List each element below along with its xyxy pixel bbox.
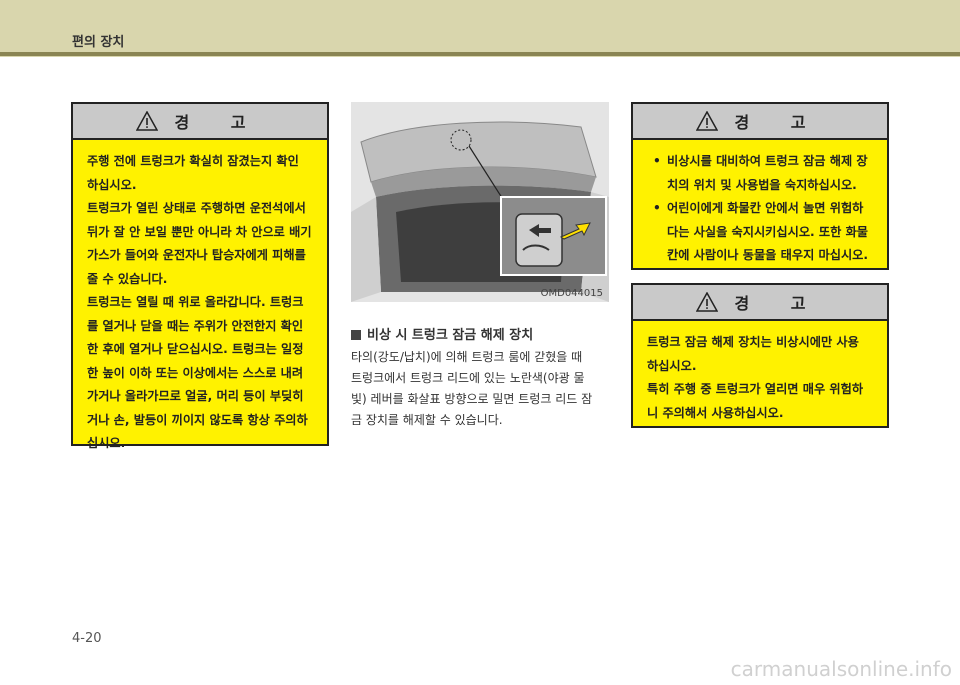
warning-line: 십시오.	[87, 436, 126, 450]
section-line: 빛) 레버를 화살표 방향으로 밀면 트렁크 리드 잠	[351, 392, 593, 406]
warning-header: 경 고	[73, 104, 327, 140]
chapter-title: 편의 장치	[72, 35, 125, 50]
warning-bullet: 어린이에게 화물칸 안에서 놀면 위험하 다는 사실을 숙지시키십시오. 또한 …	[647, 197, 873, 268]
warning-triangle-icon	[696, 292, 719, 312]
warning-body: 비상시를 대비하여 트렁크 잠금 해제 장 치의 위치 및 사용법을 숙지하십시…	[633, 140, 887, 278]
header-band	[0, 0, 960, 57]
warning-line: 트렁크 잠금 해제 장치는 비상시에만 사용	[647, 335, 859, 349]
warning-header: 경 고	[633, 285, 887, 321]
section-bullet-square	[351, 330, 361, 340]
section-body: 타의(강도/납치)에 의해 트렁크 룸에 갇혔을 때 트렁크에서 트렁크 리드에…	[351, 347, 613, 431]
section-line: 타의(강도/납치)에 의해 트렁크 룸에 갇혔을 때	[351, 350, 583, 364]
warning-line: 트렁크는 열릴 때 위로 올라갑니다. 트렁크	[87, 295, 304, 309]
figure-caption: OMD044015	[540, 288, 603, 299]
warning-line: 니 주의해서 사용하십시오.	[647, 405, 784, 420]
bullet-line: 다는 사실을 숙지시키십시오. 또한 화물	[667, 224, 869, 239]
warning-line: 트렁크가 열린 상태로 주행하면 운전석에서	[87, 201, 306, 215]
warning-triangle-icon	[696, 111, 719, 131]
warning-line: 를 열거나 닫을 때는 주위가 안전한지 확인	[87, 318, 304, 333]
warning-box-left: 경 고 주행 전에 트렁크가 확실히 잠겼는지 확인 하십시오. 트렁크가 열린…	[71, 102, 329, 450]
warning-line: 가거나 올라가므로 얼굴, 머리 등이 부딪히	[87, 389, 304, 403]
watermark: carmanualsonline.info	[730, 657, 952, 681]
warning-line: 한 높이 이하 또는 이상에서는 스스로 내려	[87, 365, 304, 380]
warning-heading: 경 고	[734, 113, 824, 132]
warning-header: 경 고	[633, 104, 887, 140]
bullet-line: 치의 위치 및 사용법을 숙지하십시오.	[667, 177, 857, 192]
warning-body: 트렁크 잠금 해제 장치는 비상시에만 사용 하십시오. 특히 주행 중 트렁크…	[633, 321, 887, 435]
section-title-text: 비상 시 트렁크 잠금 해제 장치	[367, 328, 534, 343]
warning-line: 가스가 들어와 운전자나 탑승자에게 피해를	[87, 248, 306, 262]
warning-triangle-icon	[136, 111, 159, 131]
warning-body: 주행 전에 트렁크가 확실히 잠겼는지 확인 하십시오. 트렁크가 열린 상태로…	[73, 140, 327, 466]
bullet-line: 칸에 사람이나 동물을 태우지 마십시오.	[667, 248, 869, 262]
section-line: 트렁크에서 트렁크 리드에 있는 노란색(야광 물	[351, 371, 585, 385]
warning-line: 뒤가 잘 안 보일 뿐만 아니라 차 안으로 배기	[87, 224, 312, 239]
header-rule	[0, 52, 960, 56]
warning-heading: 경 고	[734, 294, 824, 313]
bullet-line: 비상시를 대비하여 트렁크 잠금 해제 장	[667, 154, 868, 168]
bullet-line: 어린이에게 화물칸 안에서 놀면 위험하	[667, 201, 864, 215]
warning-bullet: 비상시를 대비하여 트렁크 잠금 해제 장 치의 위치 및 사용법을 숙지하십시…	[647, 150, 873, 197]
page-number: 4-20	[72, 631, 102, 646]
trunk-release-photo: OMD044015	[351, 102, 609, 302]
warning-line: 한 후에 열거나 닫으십시오. 트렁크는 일정	[87, 342, 304, 356]
warning-box-right-bottom: 경 고 트렁크 잠금 해제 장치는 비상시에만 사용 하십시오. 특히 주행 중…	[631, 283, 889, 428]
warning-heading: 경 고	[174, 113, 264, 132]
section-line: 금 장치를 해제할 수 있습니다.	[351, 413, 503, 427]
warning-line: 하십시오.	[647, 358, 697, 373]
trunk-illustration	[351, 102, 609, 302]
warning-line: 주행 전에 트렁크가 확실히 잠겼는지 확인	[87, 154, 299, 168]
warning-line: 줄 수 있습니다.	[87, 271, 168, 286]
warning-line: 거나 손, 발등이 끼이지 않도록 항상 주의하	[87, 412, 308, 427]
section-title: 비상 시 트렁크 잠금 해제 장치	[351, 324, 533, 343]
warning-line: 특히 주행 중 트렁크가 열리면 매우 위험하	[647, 382, 864, 396]
warning-line: 하십시오.	[87, 177, 137, 192]
warning-box-right-top: 경 고 비상시를 대비하여 트렁크 잠금 해제 장 치의 위치 및 사용법을 숙…	[631, 102, 889, 270]
